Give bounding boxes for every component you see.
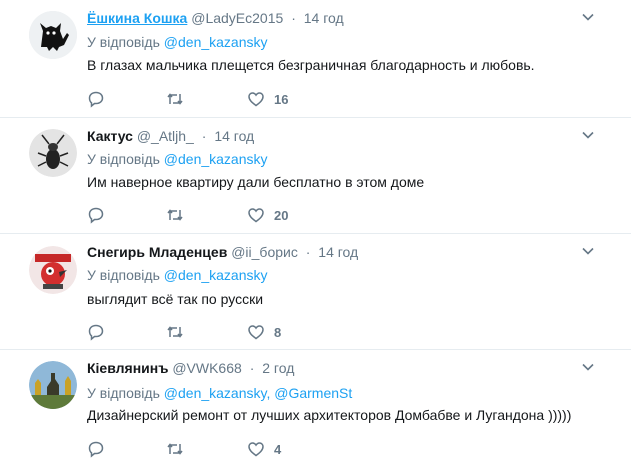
heart-icon <box>248 325 264 340</box>
separator-dot: · <box>305 244 311 260</box>
chevron-down-icon[interactable] <box>581 360 595 374</box>
heart-icon <box>248 92 264 107</box>
like-count: 16 <box>274 91 289 107</box>
like-button[interactable]: 4 <box>247 439 281 459</box>
like-count: 8 <box>274 324 282 340</box>
author-handle[interactable]: @VWK668 <box>172 360 241 376</box>
like-button[interactable]: 8 <box>247 322 281 342</box>
retweet-icon <box>167 209 183 221</box>
author-name[interactable]: Кіевлянинъ <box>87 360 168 376</box>
reply-button[interactable] <box>87 439 105 459</box>
heart-icon <box>248 208 264 223</box>
tweet-text: В глазах мальчика плещется безграничная … <box>87 57 535 73</box>
tweet-text: Дизайнерский ремонт от лучших архитектор… <box>87 407 572 423</box>
tweet-actions: 20 <box>87 205 387 225</box>
avatar[interactable] <box>29 246 77 294</box>
separator-dot: · <box>249 360 255 376</box>
like-count: 20 <box>274 207 289 223</box>
reply-icon <box>88 441 104 458</box>
like-button[interactable]: 16 <box>247 89 288 109</box>
reply-button[interactable] <box>87 205 105 225</box>
retweet-icon <box>167 326 183 338</box>
reply-context: У відповідь @den_kazansky <box>87 150 268 168</box>
reply-prefix: У відповідь <box>87 385 160 401</box>
tweet-header: Кіевлянинъ @VWK668 · 2 год <box>87 359 294 377</box>
tweet[interactable]: Кіевлянинъ @VWK668 · 2 год У відповідь @… <box>0 350 631 466</box>
reply-button[interactable] <box>87 322 105 342</box>
author-name[interactable]: Снегирь Младенцев <box>87 244 227 260</box>
reply-prefix: У відповідь <box>87 267 160 283</box>
mention-link[interactable]: @GarmenSt <box>274 385 352 401</box>
retweet-button[interactable] <box>166 89 184 109</box>
timestamp[interactable]: 14 год <box>304 10 344 26</box>
author-name[interactable]: Кактус <box>87 128 133 144</box>
timestamp[interactable]: 14 год <box>318 244 358 260</box>
retweet-button[interactable] <box>166 439 184 459</box>
reply-context: У відповідь @den_kazansky <box>87 266 268 284</box>
retweet-icon <box>167 443 183 455</box>
retweet-button[interactable] <box>166 322 184 342</box>
avatar[interactable] <box>29 11 77 59</box>
retweet-button[interactable] <box>166 205 184 225</box>
mention-link[interactable]: @den_kazansky <box>164 151 268 167</box>
reply-icon <box>88 91 104 108</box>
tweet-header: Ёшкина Кошка @LadyEc2015 · 14 год <box>87 9 344 27</box>
mention-link[interactable]: @den_kazansky, <box>164 385 271 401</box>
tweet-text: выглядит всё так по русски <box>87 291 264 307</box>
timestamp[interactable]: 2 год <box>262 360 294 376</box>
reply-context: У відповідь @den_kazansky, @GarmenSt <box>87 384 352 402</box>
avatar[interactable] <box>29 361 77 409</box>
author-name[interactable]: Ёшкина Кошка <box>87 10 187 26</box>
like-button[interactable]: 20 <box>247 205 288 225</box>
avatar[interactable] <box>29 129 77 177</box>
tweet-header: Кактус @_Atljh_ · 14 год <box>87 127 254 145</box>
chevron-down-icon[interactable] <box>581 244 595 258</box>
chevron-down-icon[interactable] <box>581 128 595 142</box>
heart-icon <box>248 442 264 457</box>
retweet-icon <box>167 93 183 105</box>
timestamp[interactable]: 14 год <box>214 128 254 144</box>
tweet[interactable]: Ёшкина Кошка @LadyEc2015 · 14 год У відп… <box>0 0 631 118</box>
reply-icon <box>88 207 104 224</box>
tweet-text: Им наверное квартиру дали бесплатно в эт… <box>87 174 425 190</box>
reply-thread: Ёшкина Кошка @LadyEc2015 · 14 год У відп… <box>0 0 631 466</box>
author-handle[interactable]: @LadyEc2015 <box>191 10 283 26</box>
tweet-actions: 4 <box>87 439 387 459</box>
tweet[interactable]: Снегирь Младенцев @ii_борис · 14 год У в… <box>0 234 631 350</box>
mention-link[interactable]: @den_kazansky <box>164 267 268 283</box>
tweet[interactable]: Кактус @_Atljh_ · 14 год У відповідь @de… <box>0 118 631 234</box>
separator-dot: · <box>201 128 207 144</box>
like-count: 4 <box>274 441 282 457</box>
beetle-avatar-image <box>29 129 77 177</box>
author-handle[interactable]: @_Atljh_ <box>137 128 194 144</box>
tweet-header: Снегирь Младенцев @ii_борис · 14 год <box>87 243 358 261</box>
black-cat-avatar-image <box>29 11 77 59</box>
bird-badge-avatar-image <box>29 246 77 294</box>
monument-avatar-image <box>29 361 77 409</box>
reply-prefix: У відповідь <box>87 34 160 50</box>
separator-dot: · <box>291 10 296 26</box>
chevron-down-icon[interactable] <box>581 10 595 24</box>
author-handle[interactable]: @ii_борис <box>231 244 298 260</box>
tweet-actions: 16 <box>87 89 387 109</box>
mention-link[interactable]: @den_kazansky <box>164 34 268 50</box>
reply-button[interactable] <box>87 89 105 109</box>
reply-context: У відповідь @den_kazansky <box>87 33 268 51</box>
tweet-actions: 8 <box>87 322 387 342</box>
reply-icon <box>88 324 104 341</box>
reply-prefix: У відповідь <box>87 151 160 167</box>
